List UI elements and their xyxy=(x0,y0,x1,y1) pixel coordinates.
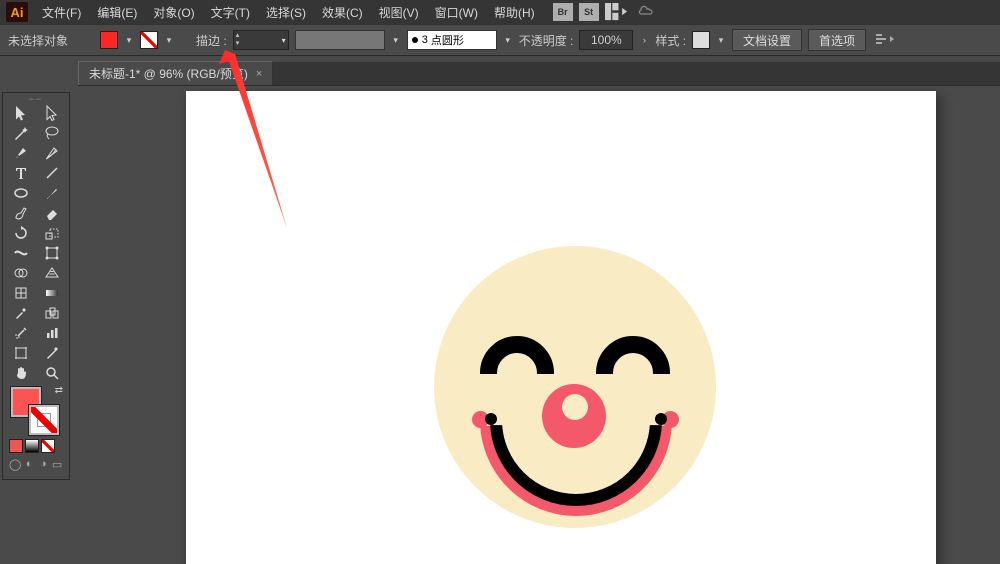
menu-select[interactable]: 选择(S) xyxy=(258,1,314,24)
tool-panel: ┅┅ ⇄ ◯ xyxy=(2,92,70,480)
sync-icon[interactable] xyxy=(637,4,657,21)
stroke-label: 描边 : xyxy=(196,32,227,49)
fill-swatch[interactable] xyxy=(100,31,118,49)
stroke-dropdown[interactable]: ▾ xyxy=(164,31,174,49)
paintbrush-tool[interactable] xyxy=(36,183,67,203)
document-tab-title: 未标题-1* @ 96% (RGB/预览) xyxy=(89,65,248,82)
menu-file[interactable]: 文件(F) xyxy=(34,1,89,24)
brush-select[interactable]: 3 点圆形 xyxy=(407,30,497,50)
magic-wand-tool[interactable] xyxy=(5,123,36,143)
hand-tool[interactable] xyxy=(5,363,36,383)
draw-behind-icon[interactable]: ◐ xyxy=(23,457,35,471)
slice-tool[interactable] xyxy=(36,343,67,363)
color-mode-none[interactable] xyxy=(41,439,55,453)
type-tool[interactable] xyxy=(5,163,36,183)
menu-effect[interactable]: 效果(C) xyxy=(314,1,371,24)
selection-tool[interactable] xyxy=(5,103,36,123)
curvature-tool[interactable] xyxy=(36,143,67,163)
align-flyout-icon[interactable] xyxy=(876,32,894,49)
style-label: 样式 : xyxy=(655,32,686,49)
bridge-button[interactable]: Br xyxy=(553,3,573,21)
eraser-tool[interactable] xyxy=(36,203,67,223)
color-mode-gradient[interactable] xyxy=(25,439,39,453)
shape-builder-tool[interactable] xyxy=(5,263,36,283)
menu-bar: Ai 文件(F) 编辑(E) 对象(O) 文字(T) 选择(S) 效果(C) 视… xyxy=(0,0,1000,24)
stroke-color-box[interactable] xyxy=(29,405,59,435)
document-tab-bar: 未标题-1* @ 96% (RGB/预览) × xyxy=(78,62,1000,86)
color-mode-row xyxy=(5,437,67,455)
preferences-button[interactable]: 首选项 xyxy=(808,29,866,51)
workspace xyxy=(78,88,1000,564)
opacity-label: 不透明度 : xyxy=(519,32,574,49)
opacity-dropdown[interactable]: › xyxy=(639,31,649,49)
menu-right-buttons: Br St xyxy=(553,3,657,21)
right-eye-shape[interactable] xyxy=(596,336,670,374)
panel-grip[interactable]: ┅┅ xyxy=(5,95,67,103)
symbol-sprayer-tool[interactable] xyxy=(5,323,36,343)
fill-stroke-indicator[interactable]: ⇄ xyxy=(5,383,67,437)
draw-normal-icon[interactable]: ◯ xyxy=(9,457,21,471)
perspective-grid-tool[interactable] xyxy=(36,263,67,283)
menu-type[interactable]: 文字(T) xyxy=(203,1,258,24)
zoom-tool[interactable] xyxy=(36,363,67,383)
document-setup-button[interactable]: 文档设置 xyxy=(732,29,802,51)
style-swatch[interactable] xyxy=(692,31,710,49)
scale-tool[interactable] xyxy=(36,223,67,243)
mesh-tool[interactable] xyxy=(5,283,36,303)
face-shape[interactable] xyxy=(434,246,716,528)
nose-inner-shape[interactable] xyxy=(562,394,588,420)
brush-dropdown[interactable]: ▾ xyxy=(503,31,513,49)
menu-object[interactable]: 对象(O) xyxy=(145,1,202,24)
swap-fill-stroke-icon[interactable]: ⇄ xyxy=(55,385,63,396)
brush-dot-icon xyxy=(412,37,418,43)
menu-items: 文件(F) 编辑(E) 对象(O) 文字(T) 选择(S) 效果(C) 视图(V… xyxy=(34,1,543,24)
selection-status: 未选择对象 xyxy=(8,32,68,49)
screen-mode-row: ◯ ◐ ◑ ▭ xyxy=(5,455,67,477)
opacity-input[interactable]: 100% xyxy=(579,30,633,50)
free-transform-tool[interactable] xyxy=(36,243,67,263)
width-tool[interactable] xyxy=(5,243,36,263)
rotate-tool[interactable] xyxy=(5,223,36,243)
menu-edit[interactable]: 编辑(E) xyxy=(89,1,145,24)
artboard[interactable] xyxy=(186,91,936,564)
direct-selection-tool[interactable] xyxy=(36,103,67,123)
stock-button[interactable]: St xyxy=(579,3,599,21)
control-bar: 未选择对象 ▾ ▾ 描边 : ▴▾ ▾ ▾ 3 点圆形 ▾ 不透明度 : 100… xyxy=(0,24,1000,56)
artboard-tool[interactable] xyxy=(5,343,36,363)
screen-mode-button[interactable]: ▭ xyxy=(51,457,63,471)
column-graph-tool[interactable] xyxy=(36,323,67,343)
tab-close-button[interactable]: × xyxy=(256,68,262,80)
stroke-weight-input[interactable]: ▴▾ ▾ xyxy=(233,30,289,50)
stroke-swatch[interactable] xyxy=(140,31,158,49)
document-tab[interactable]: 未标题-1* @ 96% (RGB/预览) × xyxy=(78,61,273,85)
pen-tool[interactable] xyxy=(5,143,36,163)
draw-inside-icon[interactable]: ◑ xyxy=(37,457,49,471)
eyedropper-tool[interactable] xyxy=(5,303,36,323)
fill-dropdown[interactable]: ▾ xyxy=(124,31,134,49)
menu-view[interactable]: 视图(V) xyxy=(371,1,427,24)
blend-tool[interactable] xyxy=(36,303,67,323)
style-dropdown[interactable]: ▾ xyxy=(716,31,726,49)
stroke-weight-spinner[interactable]: ▴▾ xyxy=(236,32,240,48)
menu-help[interactable]: 帮助(H) xyxy=(486,1,543,24)
left-eye-shape[interactable] xyxy=(480,336,554,374)
stroke-profile-select[interactable] xyxy=(295,30,385,50)
smile-cap xyxy=(655,413,667,425)
color-mode-color[interactable] xyxy=(9,439,23,453)
lasso-tool[interactable] xyxy=(36,123,67,143)
arrange-documents-button[interactable] xyxy=(605,3,627,21)
menu-window[interactable]: 窗口(W) xyxy=(427,1,486,24)
line-segment-tool[interactable] xyxy=(36,163,67,183)
stroke-profile-dropdown[interactable]: ▾ xyxy=(391,31,401,49)
ellipse-tool[interactable] xyxy=(5,183,36,203)
app-logo: Ai xyxy=(6,2,28,22)
shaper-tool[interactable] xyxy=(5,203,36,223)
smile-cap xyxy=(485,413,497,425)
gradient-tool[interactable] xyxy=(36,283,67,303)
